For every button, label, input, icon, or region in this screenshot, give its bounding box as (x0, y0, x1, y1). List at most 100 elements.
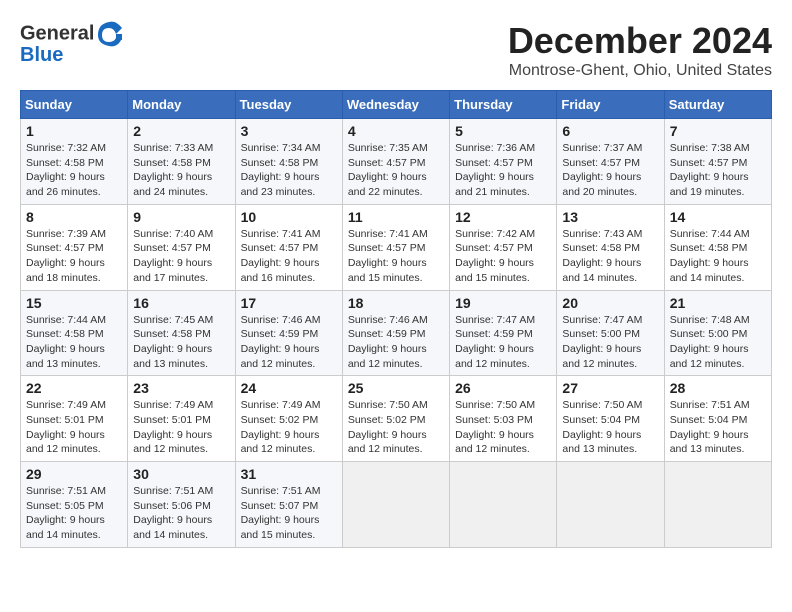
calendar-day-cell: 29 Sunrise: 7:51 AMSunset: 5:05 PMDaylig… (21, 462, 128, 548)
day-detail: Sunrise: 7:47 AMSunset: 4:59 PMDaylight:… (455, 313, 551, 372)
day-number: 22 (26, 380, 122, 396)
calendar-day-cell (450, 462, 557, 548)
weekday-header: Tuesday (235, 91, 342, 119)
calendar-day-cell: 28 Sunrise: 7:51 AMSunset: 5:04 PMDaylig… (664, 376, 771, 462)
day-number: 16 (133, 295, 229, 311)
location: Montrose-Ghent, Ohio, United States (508, 62, 772, 80)
calendar-day-cell: 5 Sunrise: 7:36 AMSunset: 4:57 PMDayligh… (450, 119, 557, 205)
weekday-header: Monday (128, 91, 235, 119)
calendar-day-cell (664, 462, 771, 548)
day-number: 8 (26, 209, 122, 225)
calendar-day-cell (342, 462, 449, 548)
day-number: 5 (455, 123, 551, 139)
day-detail: Sunrise: 7:51 AMSunset: 5:04 PMDaylight:… (670, 398, 766, 457)
calendar-day-cell: 18 Sunrise: 7:46 AMSunset: 4:59 PMDaylig… (342, 290, 449, 376)
calendar-day-cell: 22 Sunrise: 7:49 AMSunset: 5:01 PMDaylig… (21, 376, 128, 462)
day-number: 15 (26, 295, 122, 311)
calendar-header-row: SundayMondayTuesdayWednesdayThursdayFrid… (21, 91, 772, 119)
calendar-day-cell: 9 Sunrise: 7:40 AMSunset: 4:57 PMDayligh… (128, 204, 235, 290)
day-detail: Sunrise: 7:41 AMSunset: 4:57 PMDaylight:… (241, 227, 337, 286)
calendar-day-cell: 2 Sunrise: 7:33 AMSunset: 4:58 PMDayligh… (128, 119, 235, 205)
day-detail: Sunrise: 7:42 AMSunset: 4:57 PMDaylight:… (455, 227, 551, 286)
weekday-header: Friday (557, 91, 664, 119)
calendar-day-cell: 31 Sunrise: 7:51 AMSunset: 5:07 PMDaylig… (235, 462, 342, 548)
day-detail: Sunrise: 7:33 AMSunset: 4:58 PMDaylight:… (133, 141, 229, 200)
logo-general: General (20, 22, 94, 44)
weekday-header: Wednesday (342, 91, 449, 119)
day-number: 3 (241, 123, 337, 139)
day-number: 25 (348, 380, 444, 396)
day-detail: Sunrise: 7:50 AMSunset: 5:04 PMDaylight:… (562, 398, 658, 457)
day-detail: Sunrise: 7:49 AMSunset: 5:02 PMDaylight:… (241, 398, 337, 457)
day-detail: Sunrise: 7:49 AMSunset: 5:01 PMDaylight:… (26, 398, 122, 457)
calendar-day-cell: 26 Sunrise: 7:50 AMSunset: 5:03 PMDaylig… (450, 376, 557, 462)
calendar-week-row: 15 Sunrise: 7:44 AMSunset: 4:58 PMDaylig… (21, 290, 772, 376)
calendar-day-cell: 1 Sunrise: 7:32 AMSunset: 4:58 PMDayligh… (21, 119, 128, 205)
calendar-day-cell: 11 Sunrise: 7:41 AMSunset: 4:57 PMDaylig… (342, 204, 449, 290)
day-number: 31 (241, 466, 337, 482)
calendar-day-cell: 19 Sunrise: 7:47 AMSunset: 4:59 PMDaylig… (450, 290, 557, 376)
day-number: 9 (133, 209, 229, 225)
day-detail: Sunrise: 7:35 AMSunset: 4:57 PMDaylight:… (348, 141, 444, 200)
day-detail: Sunrise: 7:32 AMSunset: 4:58 PMDaylight:… (26, 141, 122, 200)
day-detail: Sunrise: 7:51 AMSunset: 5:06 PMDaylight:… (133, 484, 229, 543)
calendar-day-cell: 23 Sunrise: 7:49 AMSunset: 5:01 PMDaylig… (128, 376, 235, 462)
day-number: 27 (562, 380, 658, 396)
day-detail: Sunrise: 7:50 AMSunset: 5:02 PMDaylight:… (348, 398, 444, 457)
day-detail: Sunrise: 7:45 AMSunset: 4:58 PMDaylight:… (133, 313, 229, 372)
day-detail: Sunrise: 7:46 AMSunset: 4:59 PMDaylight:… (241, 313, 337, 372)
calendar-day-cell: 13 Sunrise: 7:43 AMSunset: 4:58 PMDaylig… (557, 204, 664, 290)
calendar-day-cell: 8 Sunrise: 7:39 AMSunset: 4:57 PMDayligh… (21, 204, 128, 290)
day-detail: Sunrise: 7:47 AMSunset: 5:00 PMDaylight:… (562, 313, 658, 372)
title-block: December 2024 Montrose-Ghent, Ohio, Unit… (508, 20, 772, 80)
day-number: 4 (348, 123, 444, 139)
calendar-week-row: 1 Sunrise: 7:32 AMSunset: 4:58 PMDayligh… (21, 119, 772, 205)
day-number: 13 (562, 209, 658, 225)
calendar-day-cell: 14 Sunrise: 7:44 AMSunset: 4:58 PMDaylig… (664, 204, 771, 290)
day-detail: Sunrise: 7:39 AMSunset: 4:57 PMDaylight:… (26, 227, 122, 286)
day-number: 6 (562, 123, 658, 139)
calendar-day-cell: 24 Sunrise: 7:49 AMSunset: 5:02 PMDaylig… (235, 376, 342, 462)
calendar-table: SundayMondayTuesdayWednesdayThursdayFrid… (20, 90, 772, 548)
day-detail: Sunrise: 7:34 AMSunset: 4:58 PMDaylight:… (241, 141, 337, 200)
day-number: 11 (348, 209, 444, 225)
calendar-day-cell: 21 Sunrise: 7:48 AMSunset: 5:00 PMDaylig… (664, 290, 771, 376)
day-number: 23 (133, 380, 229, 396)
month-title: December 2024 (508, 20, 772, 62)
calendar-day-cell: 30 Sunrise: 7:51 AMSunset: 5:06 PMDaylig… (128, 462, 235, 548)
calendar-day-cell: 27 Sunrise: 7:50 AMSunset: 5:04 PMDaylig… (557, 376, 664, 462)
day-number: 7 (670, 123, 766, 139)
day-number: 24 (241, 380, 337, 396)
page-header: General Blue December 2024 Montrose-Ghen… (20, 20, 772, 80)
day-number: 2 (133, 123, 229, 139)
day-detail: Sunrise: 7:50 AMSunset: 5:03 PMDaylight:… (455, 398, 551, 457)
day-number: 29 (26, 466, 122, 482)
calendar-day-cell: 16 Sunrise: 7:45 AMSunset: 4:58 PMDaylig… (128, 290, 235, 376)
calendar-day-cell: 4 Sunrise: 7:35 AMSunset: 4:57 PMDayligh… (342, 119, 449, 205)
day-number: 1 (26, 123, 122, 139)
day-detail: Sunrise: 7:44 AMSunset: 4:58 PMDaylight:… (26, 313, 122, 372)
day-number: 20 (562, 295, 658, 311)
day-detail: Sunrise: 7:51 AMSunset: 5:05 PMDaylight:… (26, 484, 122, 543)
day-number: 18 (348, 295, 444, 311)
calendar-day-cell: 25 Sunrise: 7:50 AMSunset: 5:02 PMDaylig… (342, 376, 449, 462)
day-number: 19 (455, 295, 551, 311)
day-number: 14 (670, 209, 766, 225)
day-detail: Sunrise: 7:48 AMSunset: 5:00 PMDaylight:… (670, 313, 766, 372)
day-number: 30 (133, 466, 229, 482)
calendar-week-row: 8 Sunrise: 7:39 AMSunset: 4:57 PMDayligh… (21, 204, 772, 290)
calendar-day-cell: 10 Sunrise: 7:41 AMSunset: 4:57 PMDaylig… (235, 204, 342, 290)
day-detail: Sunrise: 7:46 AMSunset: 4:59 PMDaylight:… (348, 313, 444, 372)
day-detail: Sunrise: 7:43 AMSunset: 4:58 PMDaylight:… (562, 227, 658, 286)
day-detail: Sunrise: 7:38 AMSunset: 4:57 PMDaylight:… (670, 141, 766, 200)
weekday-header: Sunday (21, 91, 128, 119)
day-number: 17 (241, 295, 337, 311)
day-number: 10 (241, 209, 337, 225)
calendar-day-cell: 17 Sunrise: 7:46 AMSunset: 4:59 PMDaylig… (235, 290, 342, 376)
weekday-header: Saturday (664, 91, 771, 119)
day-detail: Sunrise: 7:49 AMSunset: 5:01 PMDaylight:… (133, 398, 229, 457)
calendar-week-row: 22 Sunrise: 7:49 AMSunset: 5:01 PMDaylig… (21, 376, 772, 462)
calendar-day-cell: 12 Sunrise: 7:42 AMSunset: 4:57 PMDaylig… (450, 204, 557, 290)
calendar-day-cell (557, 462, 664, 548)
calendar-day-cell: 3 Sunrise: 7:34 AMSunset: 4:58 PMDayligh… (235, 119, 342, 205)
